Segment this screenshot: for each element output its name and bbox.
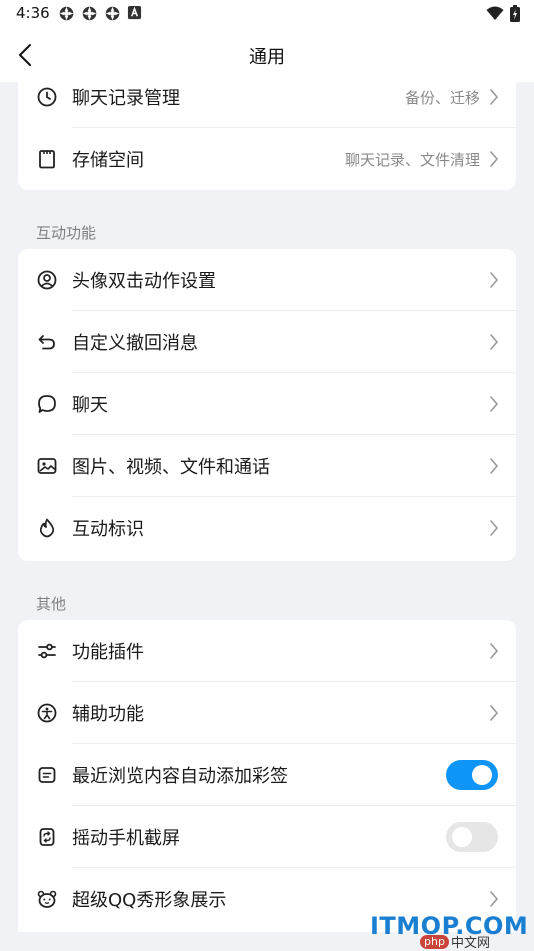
settings-item-storage[interactable]: 存储空间 聊天记录、文件清理: [18, 128, 516, 190]
battery-icon: [510, 5, 520, 22]
settings-item-subtext: 备份、迁移: [404, 88, 480, 107]
app-notification-icon: [105, 6, 120, 21]
bear-face-icon: [36, 888, 58, 910]
shake-screenshot-toggle[interactable]: [446, 822, 498, 852]
app-notification-icon: [82, 6, 97, 21]
settings-item-chat[interactable]: 聊天: [18, 373, 516, 435]
toggle-knob: [472, 765, 492, 785]
accessibility-icon: [36, 702, 58, 724]
chevron-right-icon: [490, 89, 499, 105]
section-title-other: 其他: [36, 595, 67, 613]
settings-item-chat-history[interactable]: 聊天记录管理 备份、迁移: [18, 66, 516, 128]
auto-add-tag-toggle[interactable]: [446, 760, 498, 790]
chevron-right-icon: [490, 643, 499, 659]
wifi-icon: [486, 6, 504, 20]
app-notification-icon: [59, 6, 74, 21]
chevron-right-icon: [490, 891, 499, 907]
settings-item-interaction-badge[interactable]: 互动标识: [18, 497, 516, 559]
settings-item-avatar-double-tap[interactable]: 头像双击动作设置: [18, 249, 516, 311]
interactive-features-card: 头像双击动作设置 自定义撤回消息 聊天 图片、视频、文件和通话 互动标识: [18, 249, 516, 561]
settings-item-auto-add-tag: 最近浏览内容自动添加彩签: [18, 744, 516, 806]
settings-item-shake-screenshot: 摇动手机截屏: [18, 806, 516, 868]
chat-bubble-icon: [36, 393, 58, 415]
chevron-right-icon: [490, 334, 499, 350]
toggle-knob: [452, 827, 472, 847]
watermark-subtext: php 中文网: [420, 932, 490, 951]
settings-item-label: 功能插件: [72, 642, 144, 663]
a-letter-notification-icon: [127, 5, 142, 20]
chevron-right-icon: [490, 520, 499, 536]
chevron-right-icon: [490, 151, 499, 167]
status-notification-icons: [58, 5, 142, 22]
status-time: 4:36: [16, 4, 50, 22]
other-settings-card: 功能插件 辅助功能 最近浏览内容自动添加彩签 摇动手机截屏 超级QQ秀形象展示: [18, 620, 516, 932]
section-title-interactive: 互动功能: [36, 224, 97, 242]
sliders-icon: [36, 640, 58, 662]
status-system-icons: [486, 5, 520, 22]
chevron-right-icon: [490, 458, 499, 474]
settings-item-label: 聊天: [72, 395, 108, 416]
settings-item-label: 互动标识: [72, 519, 144, 540]
settings-item-label: 自定义撤回消息: [72, 333, 198, 354]
settings-item-label: 头像双击动作设置: [72, 271, 216, 292]
flame-icon: [36, 517, 58, 539]
watermark-site: 中文网: [450, 936, 490, 951]
note-icon: [36, 764, 58, 786]
settings-item-custom-recall[interactable]: 自定义撤回消息: [18, 311, 516, 373]
phone-shake-icon: [36, 826, 58, 848]
clock-icon: [36, 86, 58, 108]
settings-item-media-files-calls[interactable]: 图片、视频、文件和通话: [18, 435, 516, 497]
chevron-right-icon: [490, 705, 499, 721]
undo-icon: [36, 331, 58, 353]
settings-item-accessibility[interactable]: 辅助功能: [18, 682, 516, 744]
chevron-right-icon: [490, 272, 499, 288]
settings-item-label: 图片、视频、文件和通话: [72, 457, 270, 478]
settings-item-label: 最近浏览内容自动添加彩签: [72, 766, 288, 787]
settings-item-label: 摇动手机截屏: [72, 828, 180, 849]
chat-storage-card: 聊天记录管理 备份、迁移 存储空间 聊天记录、文件清理: [18, 66, 516, 190]
chevron-right-icon: [490, 396, 499, 412]
watermark-badge: php: [420, 934, 449, 949]
settings-item-label: 聊天记录管理: [72, 88, 180, 109]
sd-card-icon: [36, 148, 58, 170]
settings-item-label: 超级QQ秀形象展示: [72, 890, 227, 911]
image-icon: [36, 455, 58, 477]
user-circle-icon: [36, 269, 58, 291]
settings-item-label: 存储空间: [72, 150, 144, 171]
settings-item-plugins[interactable]: 功能插件: [18, 620, 516, 682]
settings-item-label: 辅助功能: [72, 704, 144, 725]
status-bar: 4:36: [0, 0, 534, 28]
settings-item-subtext: 聊天记录、文件清理: [344, 150, 480, 169]
